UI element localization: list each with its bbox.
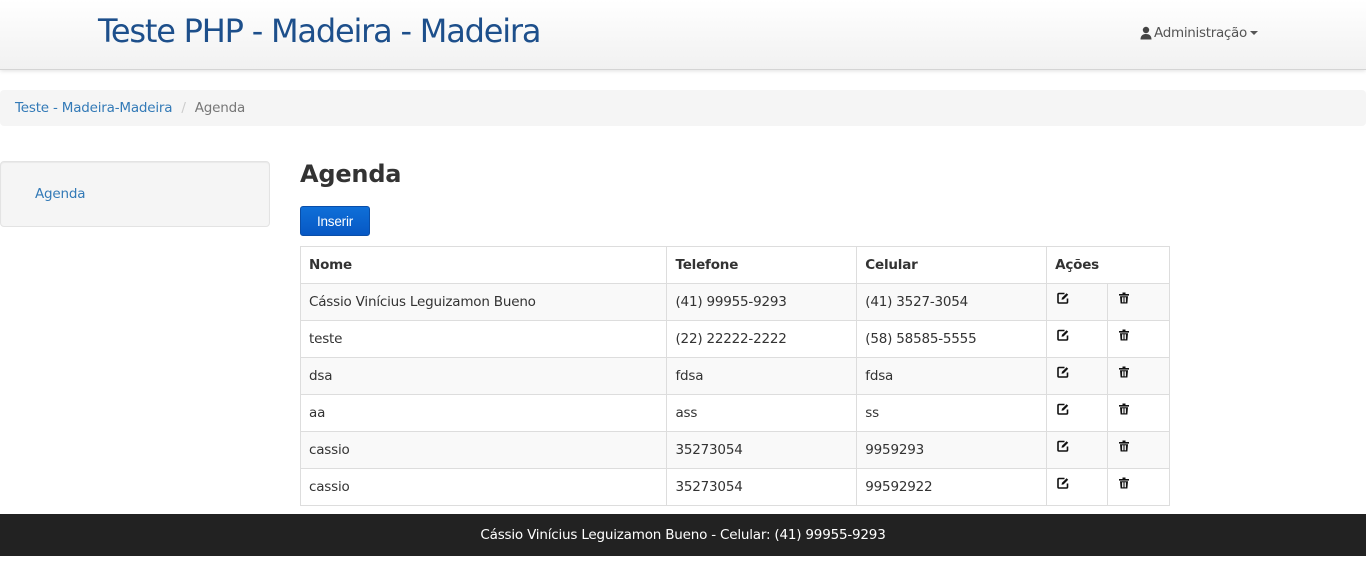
page-title: Agenda	[300, 160, 402, 188]
cell-telefone: 35273054	[666, 431, 858, 469]
edit-cell	[1046, 320, 1109, 358]
delete-cell	[1107, 357, 1170, 395]
column-header-nome: Nome	[299, 246, 668, 284]
table-row: aa ass ss	[299, 394, 1170, 432]
table-body: Cássio Vinícius Leguizamon Bueno (41) 999…	[299, 283, 1170, 506]
sidebar: Agenda	[0, 161, 270, 227]
table-row: Cássio Vinícius Leguizamon Bueno (41) 999…	[299, 283, 1170, 321]
breadcrumb-separator: /	[181, 100, 186, 116]
cell-celular: (58) 58585-5555	[856, 320, 1048, 358]
top-navbar: Teste PHP - Madeira - Madeira Administra…	[0, 0, 1366, 70]
edit-icon[interactable]	[1057, 366, 1097, 382]
column-header-acoes: Ações	[1046, 246, 1170, 284]
delete-cell	[1107, 394, 1170, 432]
edit-icon[interactable]	[1057, 477, 1097, 493]
footer-text: Cássio Vinícius Leguizamon Bueno - Celul…	[480, 527, 886, 543]
delete-cell	[1107, 431, 1170, 469]
table-row: dsa fdsa fdsa	[299, 357, 1170, 395]
cell-nome: dsa	[299, 357, 668, 395]
cell-telefone: (22) 22222-2222	[666, 320, 858, 358]
cell-nome: cassio	[299, 431, 668, 469]
edit-cell	[1046, 431, 1109, 469]
trash-icon[interactable]	[1118, 292, 1159, 308]
cell-nome: teste	[299, 320, 668, 358]
breadcrumb-home-link[interactable]: Teste - Madeira-Madeira	[15, 100, 173, 116]
edit-cell	[1046, 468, 1109, 506]
edit-cell	[1046, 283, 1109, 321]
insert-button[interactable]: Inserir	[300, 206, 370, 236]
cell-celular: 99592922	[856, 468, 1048, 506]
cell-nome: Cássio Vinícius Leguizamon Bueno	[299, 283, 668, 321]
agenda-table: Nome Telefone Celular Ações Cássio Viníc…	[299, 246, 1170, 506]
edit-icon[interactable]	[1057, 440, 1097, 456]
cell-celular: (41) 3527-3054	[856, 283, 1048, 321]
breadcrumb: Teste - Madeira-Madeira / Agenda	[0, 90, 1366, 126]
cell-telefone: (41) 99955-9293	[666, 283, 858, 321]
column-header-celular: Celular	[856, 246, 1048, 284]
table-header-row: Nome Telefone Celular Ações	[299, 246, 1170, 284]
trash-icon[interactable]	[1118, 329, 1159, 345]
user-icon	[1140, 26, 1152, 40]
table-row: teste (22) 22222-2222 (58) 58585-5555	[299, 320, 1170, 358]
admin-dropdown[interactable]: Administração	[1139, 25, 1258, 41]
edit-cell	[1046, 394, 1109, 432]
breadcrumb-current: Agenda	[194, 100, 246, 116]
sidebar-item-agenda[interactable]: Agenda	[35, 186, 86, 202]
column-header-telefone: Telefone	[666, 246, 858, 284]
admin-label: Administração	[1154, 25, 1247, 41]
trash-icon[interactable]	[1118, 366, 1159, 382]
cell-celular: fdsa	[856, 357, 1048, 395]
trash-icon[interactable]	[1118, 440, 1159, 456]
edit-icon[interactable]	[1057, 403, 1097, 419]
trash-icon[interactable]	[1118, 477, 1159, 493]
table-row: cassio 35273054 9959293	[299, 431, 1170, 469]
trash-icon[interactable]	[1118, 403, 1159, 419]
cell-nome: cassio	[299, 468, 668, 506]
cell-nome: aa	[299, 394, 668, 432]
edit-icon[interactable]	[1057, 329, 1097, 345]
delete-cell	[1107, 468, 1170, 506]
edit-cell	[1046, 357, 1109, 395]
cell-telefone: fdsa	[666, 357, 858, 395]
delete-cell	[1107, 283, 1170, 321]
cell-celular: ss	[856, 394, 1048, 432]
cell-celular: 9959293	[856, 431, 1048, 469]
cell-telefone: 35273054	[666, 468, 858, 506]
footer: Cássio Vinícius Leguizamon Bueno - Celul…	[0, 514, 1366, 556]
brand-title[interactable]: Teste PHP - Madeira - Madeira	[98, 12, 541, 50]
edit-icon[interactable]	[1057, 292, 1097, 308]
caret-down-icon	[1249, 31, 1258, 35]
cell-telefone: ass	[666, 394, 858, 432]
table-row: cassio 35273054 99592922	[299, 468, 1170, 506]
delete-cell	[1107, 320, 1170, 358]
